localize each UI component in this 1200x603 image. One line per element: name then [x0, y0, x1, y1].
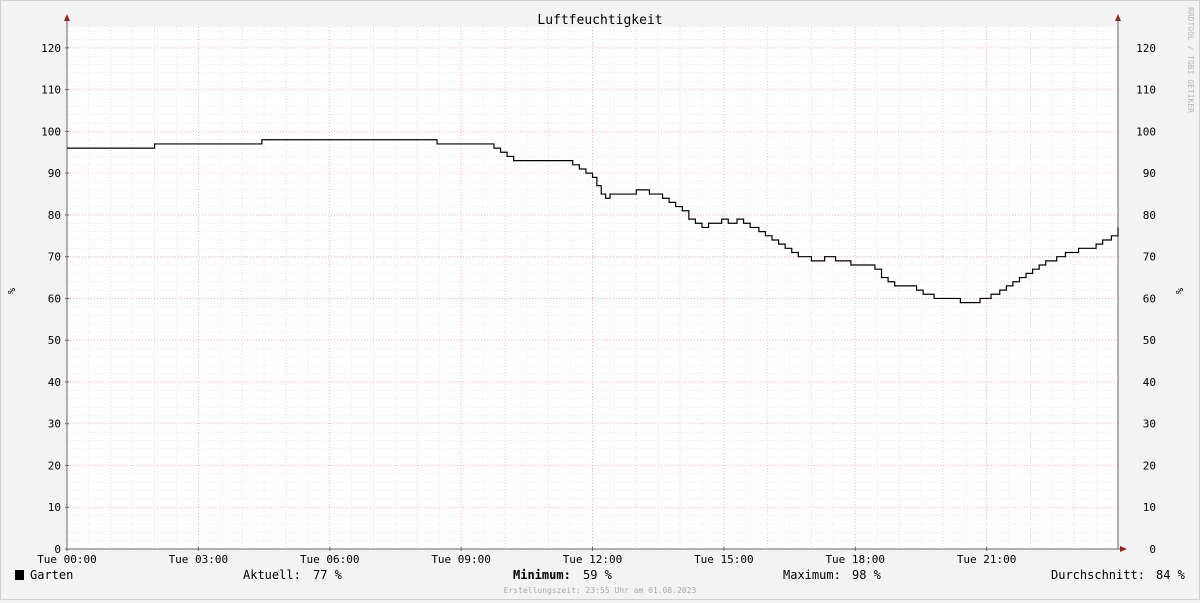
legend-swatch — [15, 570, 24, 580]
durchschnitt-value: 84 % — [1156, 568, 1186, 582]
x-tick-label: Tue 03:00 — [169, 553, 229, 566]
y-axis-label-left: % — [5, 288, 16, 294]
y-tick-label-right: 60 — [1143, 292, 1156, 305]
y-axis-label-right: % — [1173, 288, 1184, 294]
x-tick-label: Tue 12:00 — [563, 553, 623, 566]
y-tick-label-right: 120 — [1136, 42, 1156, 55]
y-tick-label-right: 0 — [1149, 543, 1156, 556]
maximum-label: Maximum: — [783, 568, 841, 582]
y-tick-label-left: 110 — [41, 84, 61, 97]
x-tick-label: Tue 06:00 — [300, 553, 360, 566]
creation-timestamp: Erstellungszeit: 23:55 Uhr am 01.08.2023 — [504, 586, 697, 595]
x-tick-label: Tue 00:00 — [37, 553, 97, 566]
y-tick-label-left: 100 — [41, 125, 61, 138]
y-tick-label-right: 20 — [1143, 459, 1156, 472]
minimum-label: Minimum: — [513, 568, 571, 582]
y-axis-right-arrow — [1115, 14, 1121, 21]
y-tick-label-left: 70 — [48, 251, 61, 264]
y-axis-left-arrow — [64, 14, 70, 21]
chart-container: 0 0 10 10 20 20 30 30 40 40 50 50 60 60 70 70 80 80 90 90 10… — [0, 0, 1200, 600]
x-tick-label: Tue 09:00 — [431, 553, 491, 566]
y-tick-label-right: 10 — [1143, 501, 1156, 514]
y-tick-label-right: 40 — [1143, 376, 1156, 389]
minimum-value: 59 % — [583, 568, 613, 582]
y-tick-label-left: 10 — [48, 501, 61, 514]
y-tick-label-right: 70 — [1143, 251, 1156, 264]
chart-title: Luftfeuchtigkeit — [537, 13, 662, 28]
y-tick-label-right: 80 — [1143, 209, 1156, 222]
y-tick-label-right: 50 — [1143, 334, 1156, 347]
maximum-value: 98 % — [852, 568, 882, 582]
aktuell-value: 77 % — [313, 568, 343, 582]
x-tick-label: Tue 15:00 — [694, 553, 754, 566]
watermark: RRDTOOL / TOBI OETIKER — [1186, 7, 1195, 113]
y-tick-label-left: 90 — [48, 167, 61, 180]
x-tick-label: Tue 21:00 — [957, 553, 1017, 566]
y-tick-label-left: 20 — [48, 459, 61, 472]
durchschnitt-label: Durchschnitt: — [1051, 568, 1145, 582]
x-axis-arrow — [1120, 546, 1127, 552]
aktuell-label: Aktuell: — [243, 568, 301, 582]
y-tick-label-left: 60 — [48, 292, 61, 305]
legend-series-label: Garten — [30, 568, 73, 582]
y-tick-label-right: 110 — [1136, 84, 1156, 97]
y-tick-label-right: 90 — [1143, 167, 1156, 180]
y-tick-label-right: 30 — [1143, 418, 1156, 431]
y-tick-label-left: 80 — [48, 209, 61, 222]
y-tick-label-left: 120 — [41, 42, 61, 55]
y-tick-label-left: 50 — [48, 334, 61, 347]
humidity-chart: 0 010 1020 2030 3040 4050 5060 6070 7080 8090 9010… — [5, 7, 1195, 595]
x-tick-label: Tue 18:00 — [825, 553, 885, 566]
y-tick-label-right: 100 — [1136, 125, 1156, 138]
y-tick-label-left: 30 — [48, 418, 61, 431]
y-tick-label-left: 40 — [48, 376, 61, 389]
